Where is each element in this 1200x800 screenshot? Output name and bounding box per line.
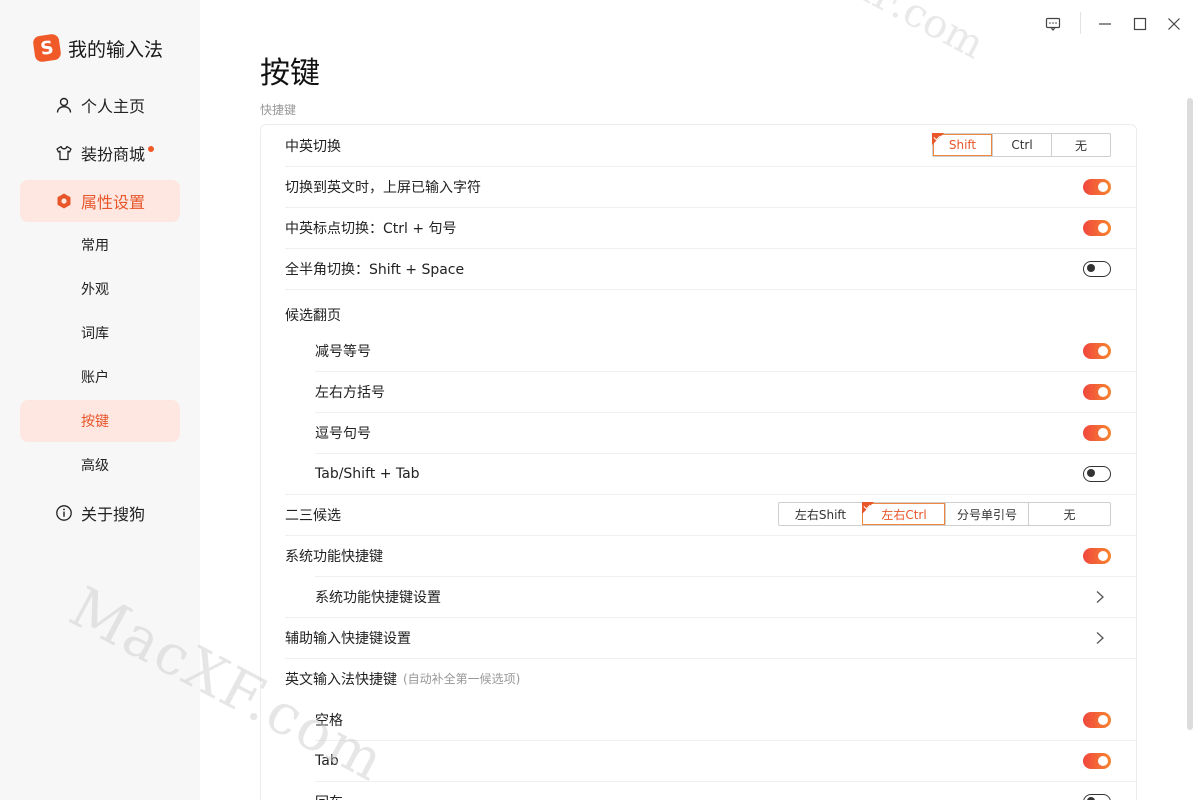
- option-semicolon-quote[interactable]: 分号单引号: [945, 503, 1028, 525]
- sidebar-subitem-dictionary[interactable]: 词库: [20, 312, 180, 354]
- setting-label: 中英标点切换：Ctrl + 句号: [285, 220, 457, 237]
- setting-row-cn-en-switch: 中英切换 Shift Ctrl 无: [261, 125, 1136, 166]
- sidebar-item-about[interactable]: 关于搜狗: [20, 492, 180, 534]
- minimize-icon[interactable]: [1093, 12, 1117, 36]
- sidebar: S 我的输入法 个人主页 装扮商城 属性设置 常用 外观 词库 账户 按键 高级…: [0, 0, 200, 800]
- option-left-right-shift[interactable]: 左右Shift: [779, 503, 862, 525]
- minus-equal-toggle[interactable]: [1083, 342, 1111, 359]
- option-none[interactable]: 无: [1028, 503, 1110, 525]
- setting-label: 逗号句号: [315, 425, 371, 442]
- setting-row-page-turn: 候选翻页: [261, 294, 1136, 335]
- tab-toggle[interactable]: [1083, 752, 1111, 769]
- setting-row-comma-period: 逗号句号: [261, 412, 1136, 453]
- divider: [285, 289, 1136, 290]
- setting-row-commit-on-switch: 切换到英文时，上屏已输入字符: [261, 166, 1136, 207]
- setting-row-minus-equal: 减号等号: [261, 330, 1136, 371]
- sidebar-item-settings[interactable]: 属性设置: [20, 180, 180, 222]
- sys-shortcut-toggle[interactable]: [1083, 547, 1111, 564]
- sidebar-item-label: 关于搜狗: [81, 505, 146, 524]
- sidebar-subitem-advanced[interactable]: 高级: [20, 444, 180, 486]
- setting-row-space: 空格: [261, 699, 1136, 740]
- setting-row-brackets: 左右方括号: [261, 371, 1136, 412]
- setting-label: 减号等号: [315, 343, 371, 360]
- space-toggle[interactable]: [1083, 711, 1111, 728]
- maximize-icon[interactable]: [1128, 12, 1152, 36]
- option-left-right-ctrl[interactable]: 左右Ctrl: [862, 502, 945, 525]
- shirt-icon: [54, 143, 74, 163]
- info-icon: [54, 503, 74, 523]
- user-icon: [54, 95, 74, 115]
- setting-label: 空格: [315, 712, 343, 729]
- settings-card: 中英切换 Shift Ctrl 无 切换到英文时，上屏已输入字符 中英标点切换：…: [260, 124, 1137, 800]
- scrollbar[interactable]: [1187, 98, 1193, 730]
- section-label: 快捷键: [260, 103, 297, 117]
- setting-group-label: 候选翻页: [285, 307, 341, 324]
- page-title: 按键: [260, 56, 320, 91]
- feedback-icon[interactable]: [1041, 12, 1065, 36]
- setting-row-second-third: 二三候选 左右Shift 左右Ctrl 分号单引号 无: [261, 494, 1136, 535]
- sidebar-item-label: 个人主页: [81, 97, 146, 116]
- sidebar-subitem-keys[interactable]: 按键: [20, 400, 180, 442]
- setting-label: Tab: [315, 752, 339, 769]
- cn-en-switch-segmented: Shift Ctrl 无: [932, 133, 1111, 157]
- sidebar-subitem-common[interactable]: 常用: [20, 224, 180, 266]
- second-third-segmented: 左右Shift 左右Ctrl 分号单引号 无: [778, 502, 1111, 526]
- sidebar-item-profile[interactable]: 个人主页: [20, 84, 180, 126]
- setting-label: 全半角切换：Shift + Space: [285, 261, 465, 278]
- sogou-logo-icon: S: [32, 33, 62, 63]
- setting-label: 中英切换: [285, 138, 341, 155]
- sidebar-item-shop[interactable]: 装扮商城: [20, 132, 180, 174]
- setting-group-label: 英文输入法快捷键: [285, 671, 397, 688]
- tab-shift-tab-toggle[interactable]: [1083, 465, 1111, 482]
- comma-period-toggle[interactable]: [1083, 424, 1111, 441]
- setting-row-tab: Tab: [261, 740, 1136, 781]
- setting-row-tab-shift-tab: Tab/Shift + Tab: [261, 453, 1136, 494]
- setting-label: Tab/Shift + Tab: [315, 465, 420, 482]
- setting-row-enter: 回车: [261, 781, 1136, 800]
- sidebar-subitem-account[interactable]: 账户: [20, 356, 180, 398]
- sidebar-item-label: 装扮商城: [81, 145, 146, 164]
- brackets-toggle[interactable]: [1083, 383, 1111, 400]
- setting-row-width-switch: 全半角切换：Shift + Space: [261, 248, 1136, 289]
- setting-label: 左右方括号: [315, 384, 385, 401]
- setting-row-sys-shortcut: 系统功能快捷键: [261, 535, 1136, 576]
- window-controls-divider: [1080, 12, 1081, 34]
- setting-label: 系统功能快捷键设置: [315, 589, 441, 606]
- setting-label: 切换到英文时，上屏已输入字符: [285, 179, 481, 196]
- sidebar-item-label: 属性设置: [81, 193, 146, 212]
- sidebar-subitem-appearance[interactable]: 外观: [20, 268, 180, 310]
- close-icon[interactable]: [1162, 12, 1186, 36]
- setting-label: 回车: [315, 792, 343, 800]
- setting-row-aux-shortcut-settings[interactable]: 辅助输入快捷键设置: [261, 617, 1136, 658]
- notification-dot: [148, 146, 155, 152]
- width-switch-toggle[interactable]: [1083, 260, 1111, 277]
- option-shift[interactable]: Shift: [932, 133, 992, 156]
- setting-row-en-input-shortcut: 英文输入法快捷键 (自动补全第一候选项): [261, 658, 1136, 699]
- setting-label: 辅助输入快捷键设置: [285, 630, 411, 647]
- chevron-right-icon: [1096, 631, 1104, 644]
- app-title: 我的输入法: [68, 38, 164, 61]
- setting-row-sys-shortcut-settings[interactable]: 系统功能快捷键设置: [261, 576, 1136, 617]
- enter-toggle[interactable]: [1083, 793, 1111, 800]
- punct-switch-toggle[interactable]: [1083, 219, 1111, 236]
- setting-hint: (自动补全第一候选项): [403, 672, 521, 686]
- watermark: MacXF.com: [763, 0, 992, 68]
- setting-label: 二三候选: [285, 507, 341, 524]
- option-ctrl[interactable]: Ctrl: [992, 134, 1051, 156]
- commit-on-switch-toggle[interactable]: [1083, 178, 1111, 195]
- option-none[interactable]: 无: [1051, 134, 1110, 156]
- setting-row-punct-switch: 中英标点切换：Ctrl + 句号: [261, 207, 1136, 248]
- chevron-right-icon: [1096, 590, 1104, 603]
- brand: S 我的输入法: [32, 33, 164, 63]
- setting-label: 系统功能快捷键: [285, 548, 383, 565]
- settings-hexagon-icon: [54, 191, 74, 211]
